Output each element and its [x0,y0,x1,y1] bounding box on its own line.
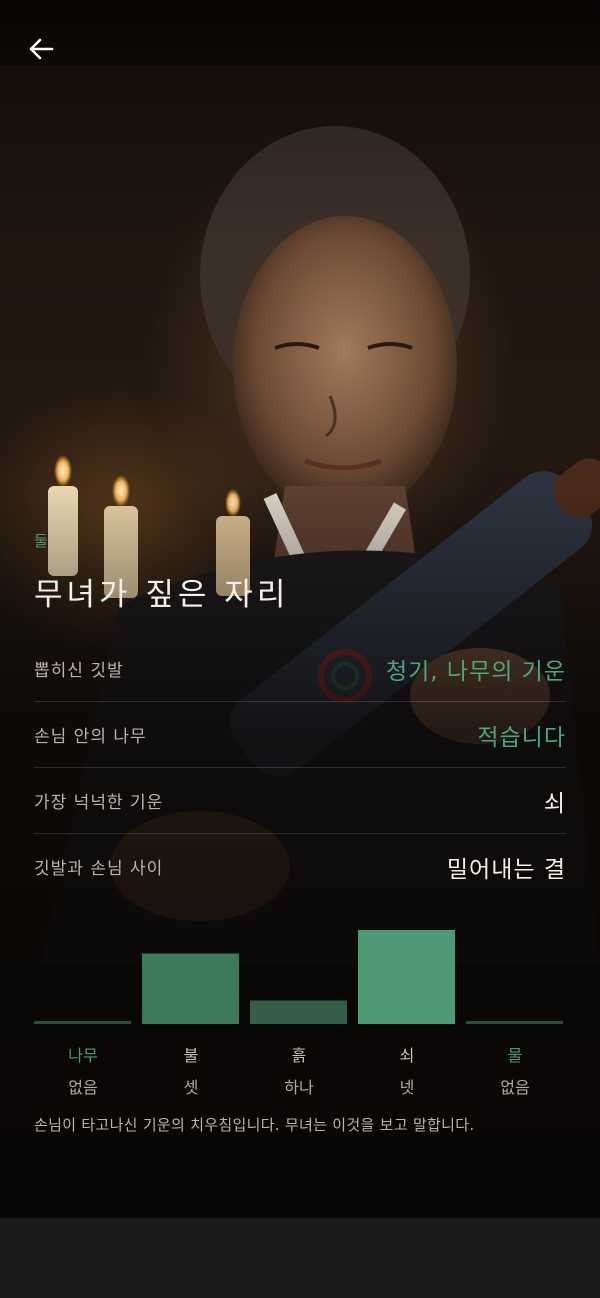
back-button[interactable] [24,32,58,66]
bar-쇠 [358,930,455,1024]
chart-category: 흙하나 [246,1042,352,1098]
bottom-bar [0,1218,600,1298]
step-label: 둘 [34,532,49,550]
category-label: 흙 [291,1046,307,1065]
detail-row: 손님 안의 나무 적습니다 [34,702,566,768]
category-count-label: 없음 [68,1078,98,1097]
footnote-text: 손님이 타고나신 기운의 치우침입니다. 무녀는 이것을 보고 말합니다. [34,1116,475,1134]
detail-row: 가장 넉넉한 기운 쇠 [34,768,566,834]
detail-row: 뽑히신 깃발 청기, 나무의 기운 [34,636,566,702]
chart-category: 물없음 [462,1042,568,1098]
detail-value: 쇠 [543,790,566,817]
detail-label: 깃발과 손님 사이 [34,859,164,879]
element-balance-chart: 나무 없음 불 셋 흙 하나 쇠 넷 물 없음 [34,920,566,1100]
chart-category: 나무없음 [30,1042,136,1098]
top-app-bar [0,0,600,67]
chart-category: 불셋 [138,1042,244,1098]
detail-row: 깃발과 손님 사이 밀어내는 결 [34,834,566,899]
category-count-label: 넷 [399,1078,415,1097]
detail-label: 뽑히신 깃발 [34,661,124,681]
detail-label: 가장 넉넉한 기운 [34,793,164,813]
category-label: 불 [183,1046,199,1065]
chart-labels: 나무 없음 불 셋 흙 하나 쇠 넷 물 없음 [34,1042,566,1102]
element-bar-chart [34,930,563,1024]
detail-value: 밀어내는 결 [446,856,566,883]
detail-label: 손님 안의 나무 [34,727,147,747]
category-label: 나무 [68,1046,98,1065]
category-label: 쇠 [399,1046,415,1065]
detail-value: 청기, 나무의 기운 [385,658,566,685]
bar-불 [142,953,239,1024]
details-list: 뽑히신 깃발 청기, 나무의 기운 손님 안의 나무 적습니다 가장 넉넉한 기… [34,636,566,899]
category-count-label: 하나 [284,1078,314,1097]
bar-흙 [250,1000,347,1024]
category-count-label: 없음 [500,1078,530,1097]
category-label: 물 [507,1046,523,1065]
bar-나무 [34,1021,131,1024]
page-title: 무녀가 짚은 자리 [34,577,290,613]
detail-value: 적습니다 [477,724,566,751]
reading-content: 둘 무녀가 짚은 자리 뽑히신 깃발 청기, 나무의 기운 손님 안의 나무 적… [34,530,566,899]
arrow-left-icon [29,38,54,60]
category-count-label: 셋 [183,1078,199,1097]
bar-물 [466,1021,563,1024]
chart-category: 쇠넷 [354,1042,460,1098]
